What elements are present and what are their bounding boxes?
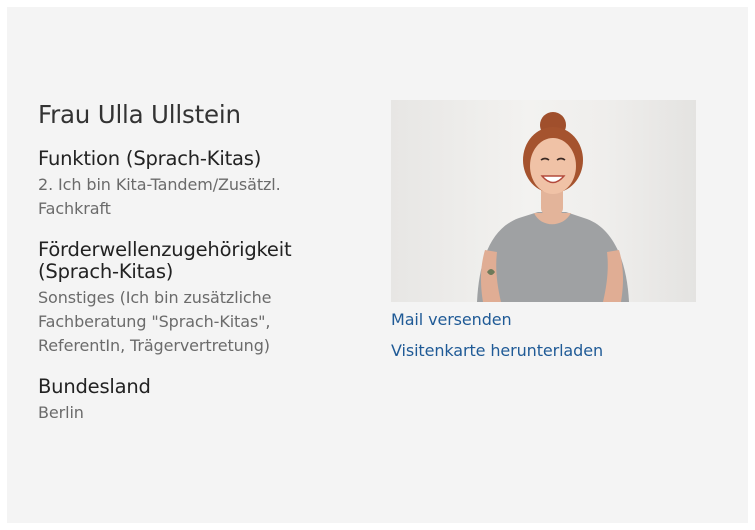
profile-photo <box>391 100 696 302</box>
vcard-download-link[interactable]: Visitenkarte herunterladen <box>391 339 696 363</box>
profile-media: Mail versenden Visitenkarte herunterlade… <box>391 100 696 363</box>
field-value-funktion: 2. Ich bin Kita-Tandem/Zusätzl. Fachkraf… <box>38 175 281 218</box>
field-foerderwelle: Förderwellenzugehörigkeit (Sprach-Kitas)… <box>38 239 348 358</box>
field-label-funktion: Funktion (Sprach-Kitas) <box>38 147 262 170</box>
field-label-bundesland: Bundesland <box>38 375 151 398</box>
profile-details: Frau Ulla Ullstein Funktion (Sprach-Kita… <box>38 100 348 443</box>
field-funktion: Funktion (Sprach-Kitas) 2. Ich bin Kita-… <box>38 148 348 221</box>
field-label-foerderwelle: Förderwellenzugehörigkeit (Sprach-Kitas) <box>38 238 292 283</box>
profile-name: Frau Ulla Ullstein <box>38 100 241 129</box>
profile-photo-illustration <box>477 112 629 302</box>
field-value-bundesland: Berlin <box>38 403 84 422</box>
profile-card: Frau Ulla Ullstein Funktion (Sprach-Kita… <box>7 7 748 523</box>
mail-link[interactable]: Mail versenden <box>391 308 696 332</box>
field-bundesland: Bundesland Berlin <box>38 376 348 425</box>
field-value-foerderwelle: Sonstiges (Ich bin zusätzliche Fachberat… <box>38 288 272 355</box>
